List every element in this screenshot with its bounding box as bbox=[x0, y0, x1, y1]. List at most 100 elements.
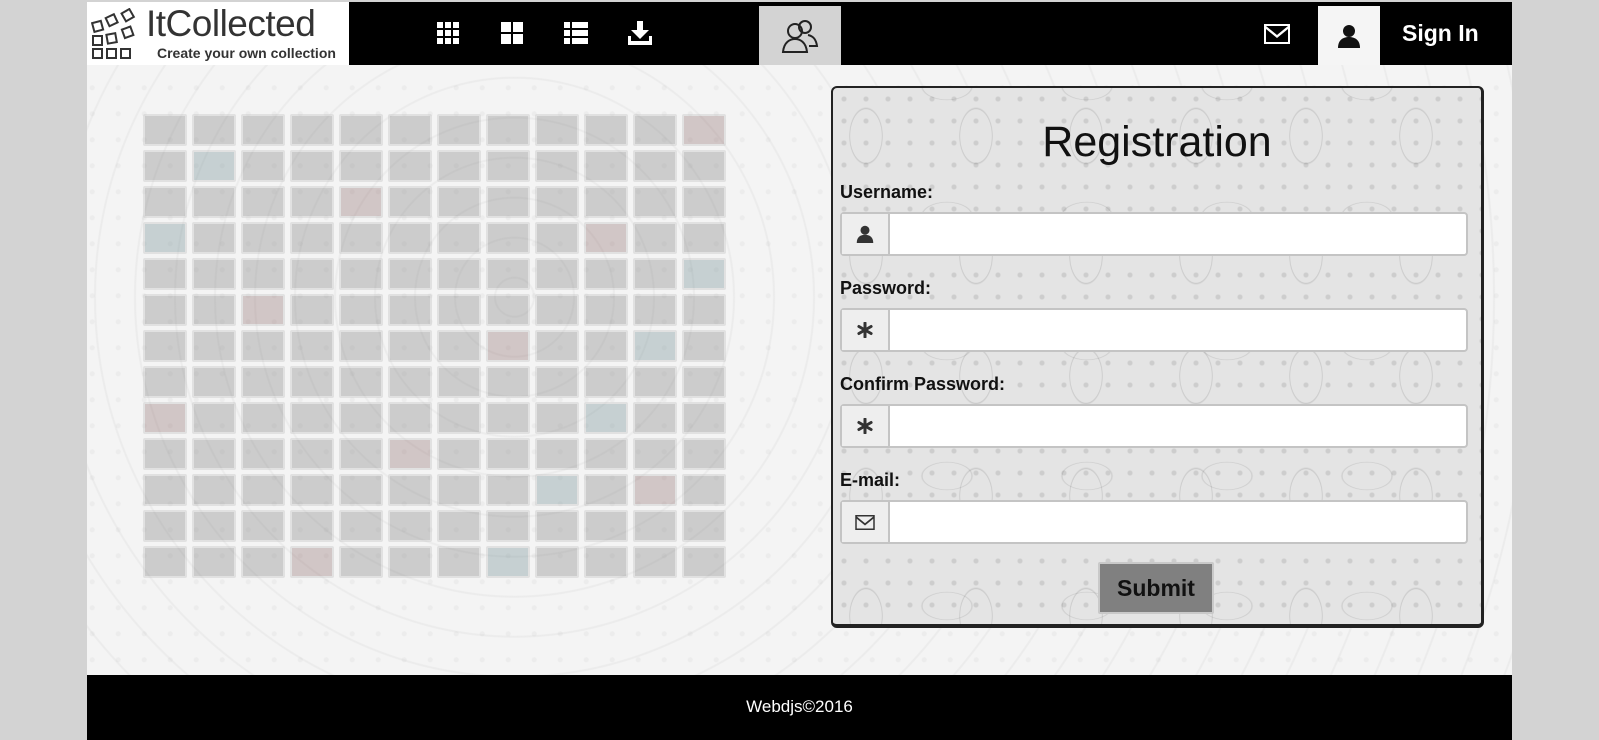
collection-preview-grid bbox=[143, 114, 729, 600]
user-icon bbox=[842, 214, 890, 254]
collection-thumbnail bbox=[143, 510, 187, 542]
brand-logo[interactable]: ItCollected Create your own collection bbox=[87, 2, 349, 65]
collection-thumbnail bbox=[339, 186, 383, 218]
email-label: E-mail: bbox=[840, 470, 901, 490]
collection-thumbnail bbox=[241, 222, 285, 254]
collection-thumbnail bbox=[486, 366, 530, 398]
collection-thumbnail bbox=[437, 510, 481, 542]
collection-thumbnail bbox=[584, 438, 628, 470]
collection-thumbnail bbox=[192, 114, 236, 146]
collection-thumbnail bbox=[682, 438, 726, 470]
collection-thumbnail bbox=[290, 510, 334, 542]
collection-thumbnail bbox=[192, 510, 236, 542]
confirm-password-field-group bbox=[840, 404, 1468, 448]
collection-thumbnail bbox=[192, 294, 236, 326]
collection-thumbnail bbox=[241, 114, 285, 146]
collection-thumbnail bbox=[143, 330, 187, 362]
user-icon bbox=[1338, 24, 1360, 48]
sign-in-link[interactable]: Sign In bbox=[1402, 20, 1479, 47]
collection-thumbnail bbox=[241, 510, 285, 542]
submit-button[interactable]: Submit bbox=[1098, 562, 1214, 614]
collection-thumbnail bbox=[143, 402, 187, 434]
collection-thumbnail bbox=[339, 546, 383, 578]
collection-thumbnail bbox=[584, 258, 628, 290]
collection-thumbnail bbox=[682, 546, 726, 578]
collection-thumbnail bbox=[388, 330, 432, 362]
collection-thumbnail bbox=[682, 402, 726, 434]
collection-thumbnail bbox=[241, 474, 285, 506]
collection-thumbnail bbox=[290, 186, 334, 218]
collection-thumbnail bbox=[437, 402, 481, 434]
collection-thumbnail bbox=[682, 150, 726, 182]
collection-thumbnail bbox=[584, 402, 628, 434]
registration-title: Registration bbox=[1042, 118, 1272, 166]
collection-thumbnail bbox=[486, 150, 530, 182]
collection-thumbnail bbox=[535, 114, 579, 146]
username-input[interactable] bbox=[890, 214, 1466, 254]
collection-thumbnail bbox=[486, 402, 530, 434]
collection-thumbnail bbox=[339, 402, 383, 434]
collection-thumbnail bbox=[143, 150, 187, 182]
page: ItCollected Create your own collection S… bbox=[87, 2, 1512, 740]
password-input[interactable] bbox=[890, 310, 1466, 350]
collection-thumbnail bbox=[633, 114, 677, 146]
collection-thumbnail bbox=[535, 474, 579, 506]
users-button[interactable] bbox=[759, 6, 841, 65]
collection-thumbnail bbox=[339, 330, 383, 362]
collection-thumbnail bbox=[535, 258, 579, 290]
collection-thumbnail bbox=[437, 186, 481, 218]
mail-button[interactable] bbox=[1260, 19, 1294, 49]
brand-title: ItCollected bbox=[146, 3, 316, 44]
collection-thumbnail bbox=[192, 222, 236, 254]
username-field-group bbox=[840, 212, 1468, 256]
collection-thumbnail bbox=[388, 114, 432, 146]
collection-thumbnail bbox=[584, 222, 628, 254]
collection-thumbnail bbox=[143, 438, 187, 470]
grid-small-icon[interactable] bbox=[432, 17, 464, 49]
top-navbar: ItCollected Create your own collection S… bbox=[87, 2, 1512, 65]
confirm-password-input[interactable] bbox=[890, 406, 1466, 446]
collection-thumbnail bbox=[633, 186, 677, 218]
mail-icon bbox=[842, 502, 890, 542]
collection-thumbnail bbox=[143, 258, 187, 290]
collection-thumbnail bbox=[535, 186, 579, 218]
collection-thumbnail bbox=[192, 366, 236, 398]
collection-thumbnail bbox=[437, 150, 481, 182]
collection-thumbnail bbox=[437, 114, 481, 146]
collection-thumbnail bbox=[633, 474, 677, 506]
collection-thumbnail bbox=[633, 366, 677, 398]
collection-thumbnail bbox=[682, 258, 726, 290]
collection-thumbnail bbox=[633, 294, 677, 326]
brand-tagline: Create your own collection bbox=[157, 45, 336, 61]
collection-thumbnail bbox=[388, 294, 432, 326]
collection-thumbnail bbox=[682, 474, 726, 506]
collection-thumbnail bbox=[241, 546, 285, 578]
collection-thumbnail bbox=[584, 546, 628, 578]
collection-thumbnail bbox=[682, 510, 726, 542]
collection-thumbnail bbox=[535, 294, 579, 326]
collection-thumbnail bbox=[388, 438, 432, 470]
collection-thumbnail bbox=[535, 546, 579, 578]
collection-thumbnail bbox=[486, 186, 530, 218]
footer-copyright: Webdjs©2016 bbox=[746, 697, 853, 716]
collection-thumbnail bbox=[290, 366, 334, 398]
download-icon[interactable] bbox=[624, 17, 656, 49]
collection-thumbnail bbox=[486, 474, 530, 506]
list-icon[interactable] bbox=[560, 17, 592, 49]
confirm-password-label: Confirm Password: bbox=[840, 374, 1006, 394]
user-button[interactable] bbox=[1318, 6, 1380, 65]
collection-thumbnail bbox=[584, 510, 628, 542]
collection-thumbnail bbox=[437, 366, 481, 398]
collection-thumbnail bbox=[241, 150, 285, 182]
collection-thumbnail bbox=[535, 366, 579, 398]
collection-thumbnail bbox=[486, 510, 530, 542]
grid-large-icon[interactable] bbox=[496, 17, 528, 49]
collection-thumbnail bbox=[535, 510, 579, 542]
collection-thumbnail bbox=[388, 366, 432, 398]
collection-thumbnail bbox=[633, 330, 677, 362]
email-input[interactable] bbox=[890, 502, 1466, 542]
collection-thumbnail bbox=[143, 114, 187, 146]
collection-thumbnail bbox=[682, 222, 726, 254]
collection-thumbnail bbox=[535, 402, 579, 434]
collection-thumbnail bbox=[388, 222, 432, 254]
